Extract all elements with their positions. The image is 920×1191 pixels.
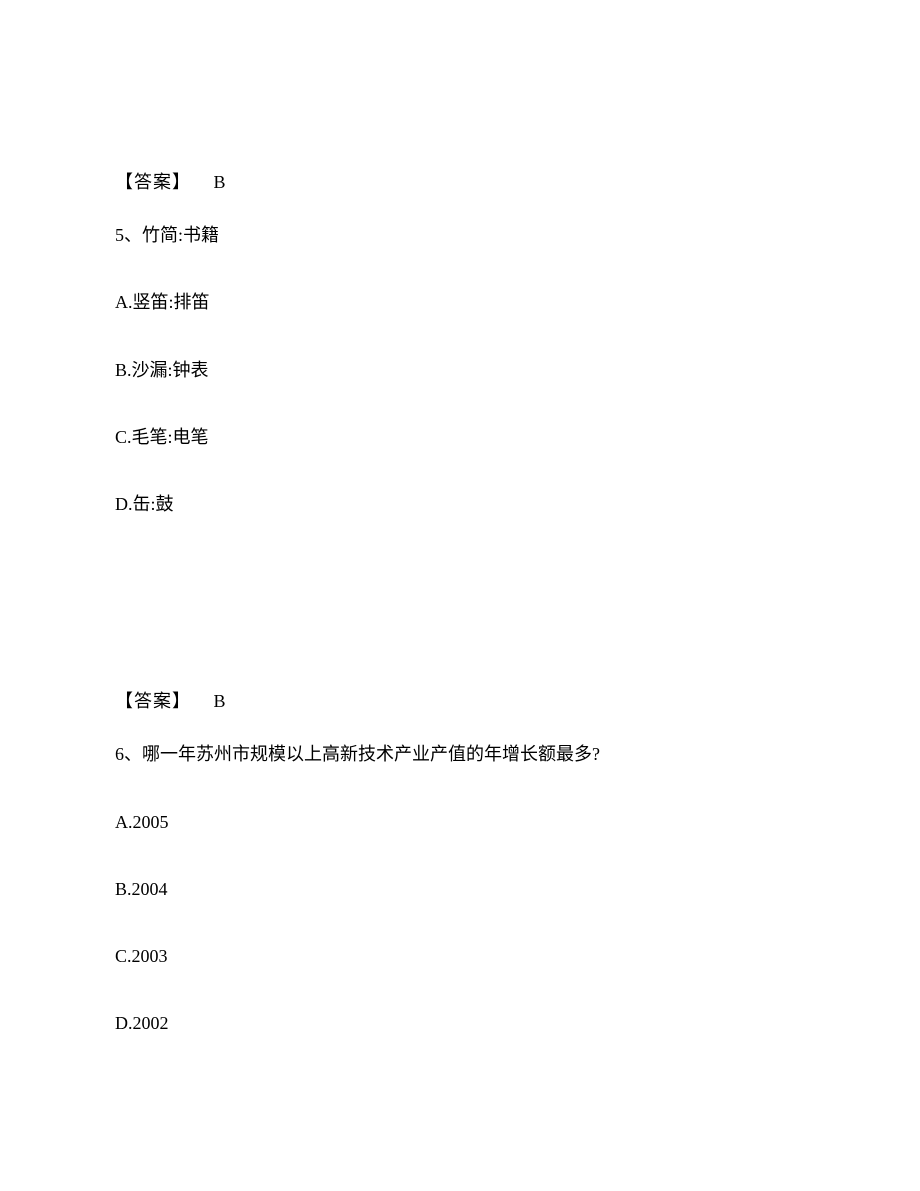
- q5-option-d: D.缶:鼓: [115, 492, 805, 517]
- q5-prev-answer: 【答案】 B: [115, 170, 805, 195]
- q5-stem: 5、竹简:书籍: [115, 223, 805, 248]
- q5-option-b: B.沙漏:钟表: [115, 358, 805, 383]
- q5-option-c: C.毛笔:电笔: [115, 425, 805, 450]
- q6-option-c: C.2003: [115, 944, 805, 969]
- spacing: [115, 559, 805, 689]
- answer-label: 【答案】: [115, 172, 191, 192]
- q5-answer: 【答案】 B: [115, 689, 805, 714]
- answer-label: 【答案】: [115, 691, 191, 711]
- q6-option-d: D.2002: [115, 1011, 805, 1036]
- q5-option-a: A.竖笛:排笛: [115, 290, 805, 315]
- answer-value: B: [214, 172, 226, 192]
- q6-option-b: B.2004: [115, 877, 805, 902]
- answer-value: B: [214, 691, 226, 711]
- q6-option-a: A.2005: [115, 810, 805, 835]
- q6-stem: 6、哪一年苏州市规模以上高新技术产业产值的年增长额最多?: [115, 742, 805, 767]
